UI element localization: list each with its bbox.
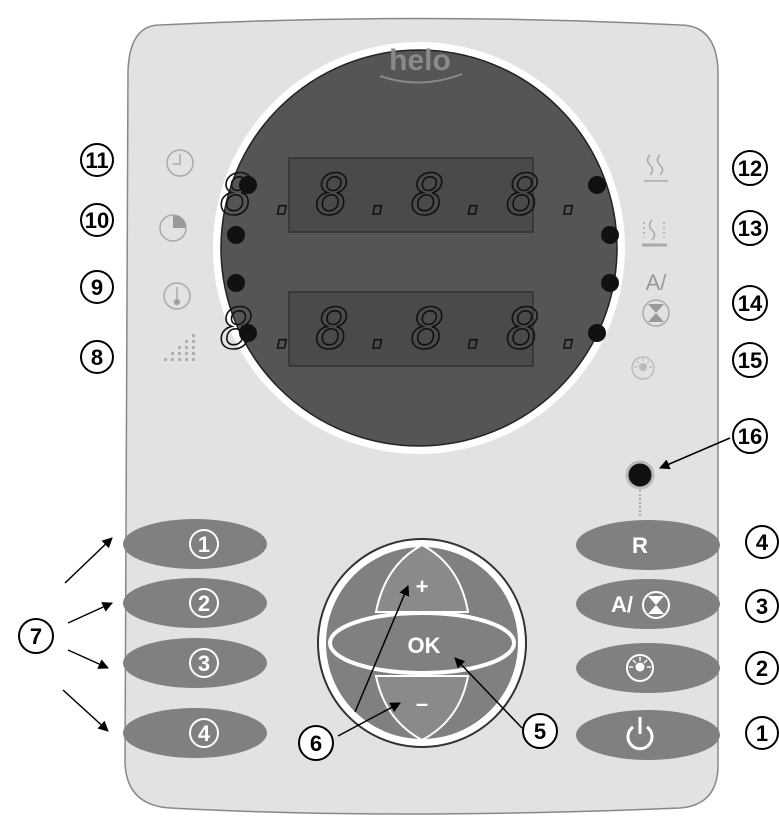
svg-text:1: 1 bbox=[756, 721, 768, 746]
callout-right-4: 4 bbox=[745, 525, 779, 559]
svg-text:13: 13 bbox=[738, 216, 762, 241]
svg-text:2: 2 bbox=[198, 591, 210, 616]
left-button-3[interactable]: 3 bbox=[123, 638, 267, 688]
reset-hole[interactable] bbox=[625, 460, 655, 490]
reset-button[interactable]: R bbox=[576, 520, 720, 570]
left-button-2[interactable]: 2 bbox=[123, 578, 267, 628]
svg-text:3: 3 bbox=[198, 651, 210, 676]
top-display-readout: 8.8.8.8. bbox=[220, 163, 602, 228]
led-left-4 bbox=[239, 324, 257, 342]
led-right-1 bbox=[588, 176, 606, 194]
svg-text:R: R bbox=[632, 533, 648, 558]
led-left-1 bbox=[239, 176, 257, 194]
callout-7: 7 bbox=[18, 618, 54, 654]
arrow-7-to-button-3 bbox=[67, 649, 109, 669]
callout-8: 8 bbox=[80, 340, 114, 374]
svg-text:12: 12 bbox=[738, 156, 762, 181]
svg-text:16: 16 bbox=[738, 424, 762, 449]
svg-text:15: 15 bbox=[738, 348, 762, 373]
callout-11: 11 bbox=[80, 143, 114, 177]
left-button-1[interactable]: 1 bbox=[123, 519, 267, 569]
display-face bbox=[220, 49, 618, 447]
led-right-4 bbox=[588, 324, 606, 342]
led-left-2 bbox=[227, 226, 245, 244]
power-button[interactable] bbox=[576, 710, 720, 760]
callout-13: 13 bbox=[732, 210, 768, 246]
callout-12: 12 bbox=[732, 150, 768, 186]
callout-5: 5 bbox=[522, 713, 558, 749]
callout-16: 16 bbox=[732, 418, 768, 454]
ok-label: OK bbox=[408, 633, 441, 658]
svg-text:10: 10 bbox=[85, 208, 109, 233]
callout-14: 14 bbox=[732, 285, 768, 321]
callout-9: 9 bbox=[80, 270, 114, 304]
callout-right-1: 1 bbox=[745, 716, 779, 750]
svg-text:2: 2 bbox=[756, 656, 768, 681]
svg-text:9: 9 bbox=[91, 275, 103, 300]
led-left-3 bbox=[227, 274, 245, 292]
callout-15: 15 bbox=[732, 342, 768, 378]
control-panel-diagram: helo 8.8.8.8. 8.8.8.8. A/ 1 2 3 4 R A/ +… bbox=[18, 17, 779, 815]
brand-logo: helo bbox=[389, 44, 451, 77]
navigation-joystick: + – OK bbox=[317, 538, 527, 748]
left-button-4[interactable]: 4 bbox=[123, 708, 267, 758]
led-right-2 bbox=[601, 226, 619, 244]
plus-label: + bbox=[416, 574, 429, 599]
svg-text:A/: A/ bbox=[611, 592, 633, 617]
svg-text:4: 4 bbox=[198, 721, 211, 746]
svg-text:1: 1 bbox=[198, 532, 210, 557]
arrow-7-to-button-4 bbox=[62, 689, 109, 732]
arrow-7-to-button-2 bbox=[67, 602, 113, 624]
svg-text:8: 8 bbox=[91, 345, 103, 370]
svg-text:11: 11 bbox=[85, 148, 108, 173]
svg-text:6: 6 bbox=[310, 731, 322, 756]
callout-right-3: 3 bbox=[745, 589, 779, 623]
light-button[interactable] bbox=[576, 643, 720, 693]
svg-text:3: 3 bbox=[756, 594, 768, 619]
led-right-3 bbox=[601, 274, 619, 292]
callout-right-2: 2 bbox=[745, 651, 779, 685]
callout-6: 6 bbox=[298, 725, 334, 761]
bottom-display-readout: 8.8.8.8. bbox=[220, 297, 602, 362]
auto-fan-icon-label: A/ bbox=[646, 270, 668, 295]
svg-text:5: 5 bbox=[534, 719, 546, 744]
svg-text:4: 4 bbox=[756, 530, 769, 555]
auto-fan-button[interactable]: A/ bbox=[576, 579, 720, 629]
svg-text:7: 7 bbox=[30, 624, 42, 649]
arrow-7-to-button-1 bbox=[64, 537, 113, 584]
callout-10: 10 bbox=[80, 203, 114, 237]
minus-label: – bbox=[416, 691, 428, 716]
svg-text:14: 14 bbox=[738, 291, 763, 316]
